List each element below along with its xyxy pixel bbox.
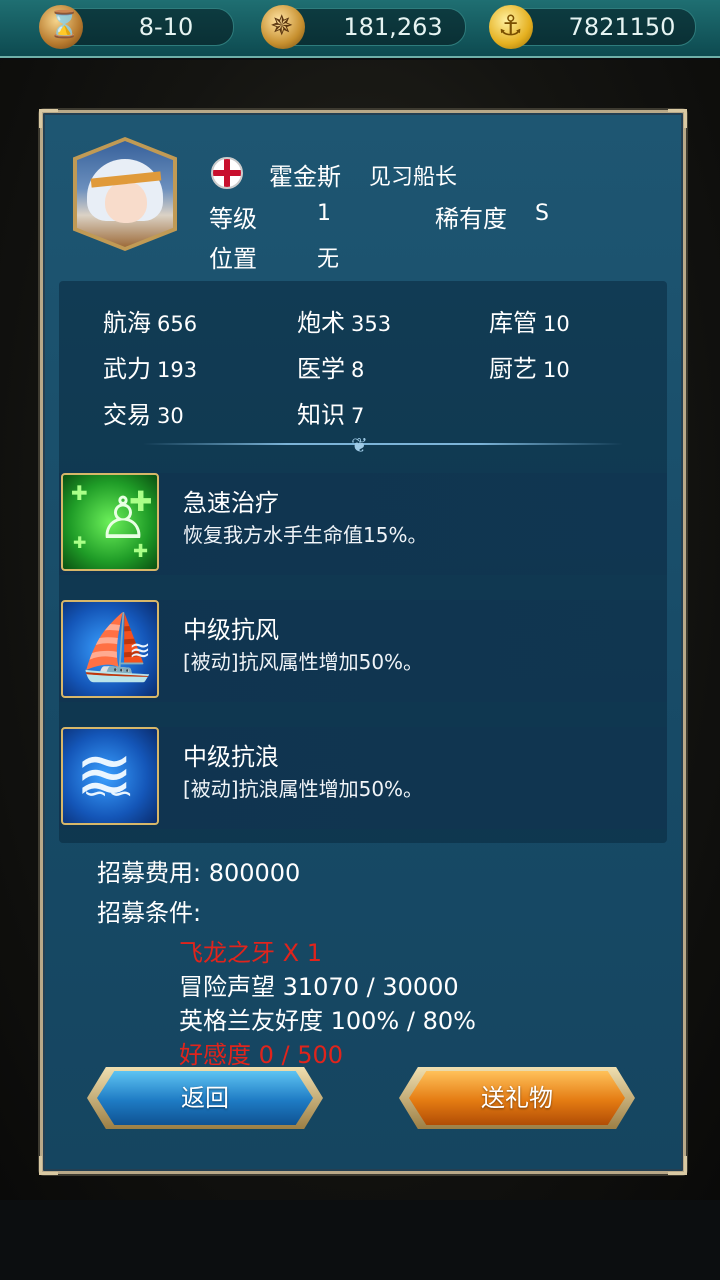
skill-row[interactable]: ♙ ✚ ✚ ✚ ✚ 急速治疗 恢复我方水手生命值15%。 xyxy=(59,473,667,575)
panel-corner xyxy=(39,109,58,128)
captain-title: 见习船长 xyxy=(369,165,458,190)
compass-counter: 181,263 xyxy=(261,5,466,49)
panel-corner xyxy=(39,1156,58,1175)
requirement-item: 飞龙之牙 X 1 xyxy=(179,939,322,967)
stat-storage: 库管 10 xyxy=(489,309,570,337)
sail-icon: ⛵ ≋ xyxy=(61,600,159,698)
skill-name: 急速治疗 xyxy=(183,489,279,517)
rarity-label: 稀有度 xyxy=(435,205,507,233)
send-gift-button[interactable]: 送礼物 xyxy=(399,1067,635,1129)
position-label: 位置 xyxy=(209,245,257,273)
back-button[interactable]: 返回 xyxy=(87,1067,323,1129)
england-flag-icon xyxy=(211,157,243,189)
stat-medicine: 医学 8 xyxy=(297,355,365,383)
skill-row[interactable]: ⛵ ≋ 中级抗风 [被动]抗风属性增加50%。 xyxy=(59,600,667,702)
requirement-item: 好感度 0 / 500 xyxy=(179,1041,344,1069)
stat-trade: 交易 30 xyxy=(103,401,184,429)
send-gift-button-label: 送礼物 xyxy=(481,1084,553,1112)
stage-value: 8-10 xyxy=(138,13,194,41)
captain-name: 霍金斯 xyxy=(269,163,341,191)
skill-desc: 恢复我方水手生命值15%。 xyxy=(183,523,428,547)
back-button-label: 返回 xyxy=(181,1084,229,1112)
wave-icon: ≋ ∽∽ xyxy=(61,727,159,825)
coin-counter: 7821150 xyxy=(489,5,696,49)
stat-gunnery: 炮术 353 xyxy=(297,309,392,337)
panel-corner xyxy=(668,1156,687,1175)
compass-icon xyxy=(261,5,305,49)
skill-desc: [被动]抗浪属性增加50%。 xyxy=(183,777,424,801)
level-value: 1 xyxy=(317,201,331,226)
requirement-item: 英格兰友好度 100% / 80% xyxy=(179,1007,476,1035)
heal-icon: ♙ ✚ ✚ ✚ ✚ xyxy=(61,473,159,571)
anchor-coin-icon xyxy=(489,5,533,49)
recruit-panel: 霍金斯 见习船长 等级 1 稀有度 S 位置 无 航海 656 炮术 353 库管 1… xyxy=(39,109,687,1175)
level-label: 等级 xyxy=(209,205,257,233)
recruit-cost: 招募费用: 800000 xyxy=(97,859,301,887)
recruit-conditions-label: 招募条件: xyxy=(97,899,202,927)
skill-desc: [被动]抗风属性增加50%。 xyxy=(183,650,424,674)
stat-knowledge: 知识 7 xyxy=(297,401,365,429)
skill-name: 中级抗浪 xyxy=(183,743,279,771)
section-divider xyxy=(143,443,623,445)
ornament-icon: ❦ xyxy=(351,433,368,457)
stat-cooking: 厨艺 10 xyxy=(489,355,570,383)
skill-row[interactable]: ≋ ∽∽ 中级抗浪 [被动]抗浪属性增加50%。 xyxy=(59,727,667,829)
hourglass-icon xyxy=(39,5,83,49)
resource-bar: 8-10 181,263 7821150 xyxy=(0,0,720,58)
skill-name: 中级抗风 xyxy=(183,616,279,644)
panel-corner xyxy=(668,109,687,128)
stat-force: 武力 193 xyxy=(103,355,198,383)
rarity-value: S xyxy=(535,201,549,226)
coin-value: 7821150 xyxy=(568,13,676,41)
stage-counter: 8-10 xyxy=(39,5,234,49)
requirement-item: 冒险声望 31070 / 30000 xyxy=(179,973,459,1001)
position-value: 无 xyxy=(317,247,340,272)
compass-value: 181,263 xyxy=(343,13,443,41)
captain-portrait xyxy=(73,137,177,251)
stat-navigation: 航海 656 xyxy=(103,309,198,337)
